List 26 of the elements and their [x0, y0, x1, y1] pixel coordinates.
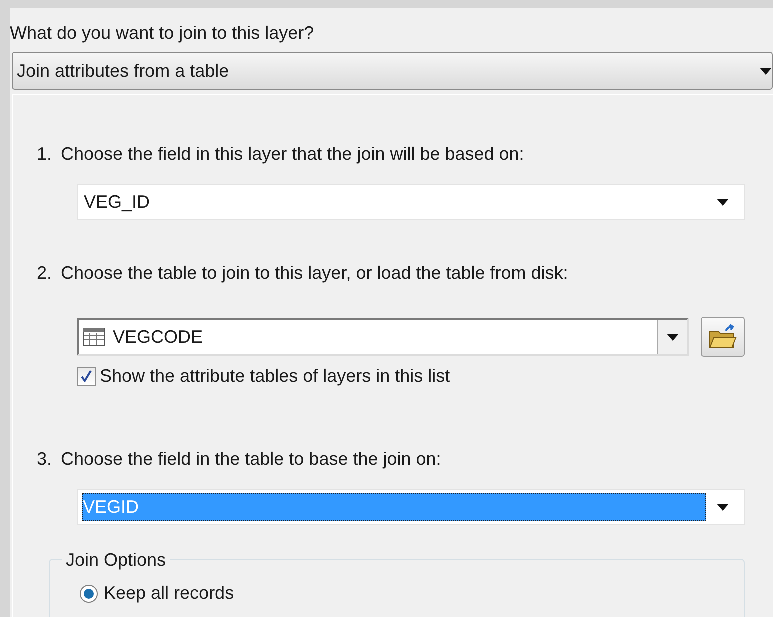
step-number: 2. [37, 262, 52, 285]
check-icon [80, 370, 93, 383]
table-icon [83, 328, 105, 346]
caret-icon [760, 68, 772, 74]
question-label: What do you want to join to this layer? [10, 22, 316, 45]
step-number: 1. [37, 143, 52, 166]
step-number: 3. [37, 448, 52, 471]
join-type-dropdown[interactable]: Join attributes from a table [12, 52, 773, 90]
caret-icon [717, 504, 729, 510]
field-value: VEGID [82, 493, 706, 521]
open-folder-button[interactable] [701, 317, 745, 357]
step-instruction: Choose the field in the table to base the join on: [61, 448, 442, 471]
field-value: VEGCODE [113, 326, 204, 348]
dropdown-button[interactable] [657, 320, 687, 354]
checkbox[interactable] [77, 367, 96, 386]
checkbox-label: Show the attribute tables of layers in this list [100, 365, 450, 388]
step-instruction: Choose the table to join to this layer, or load the table from disk: [61, 262, 568, 285]
table-dropdown[interactable]: VEGCODE [77, 318, 689, 356]
step-instruction: Choose the field in this layer that the join will be based on: [61, 143, 524, 166]
radio-label: Keep all records [104, 582, 234, 605]
caret-icon [666, 334, 678, 340]
radio-button[interactable] [80, 584, 98, 602]
folder-icon [708, 324, 738, 350]
field-dropdown[interactable]: VEG_ID [77, 184, 745, 220]
caret-icon [717, 198, 729, 206]
field-value: VEG_ID [83, 190, 152, 214]
